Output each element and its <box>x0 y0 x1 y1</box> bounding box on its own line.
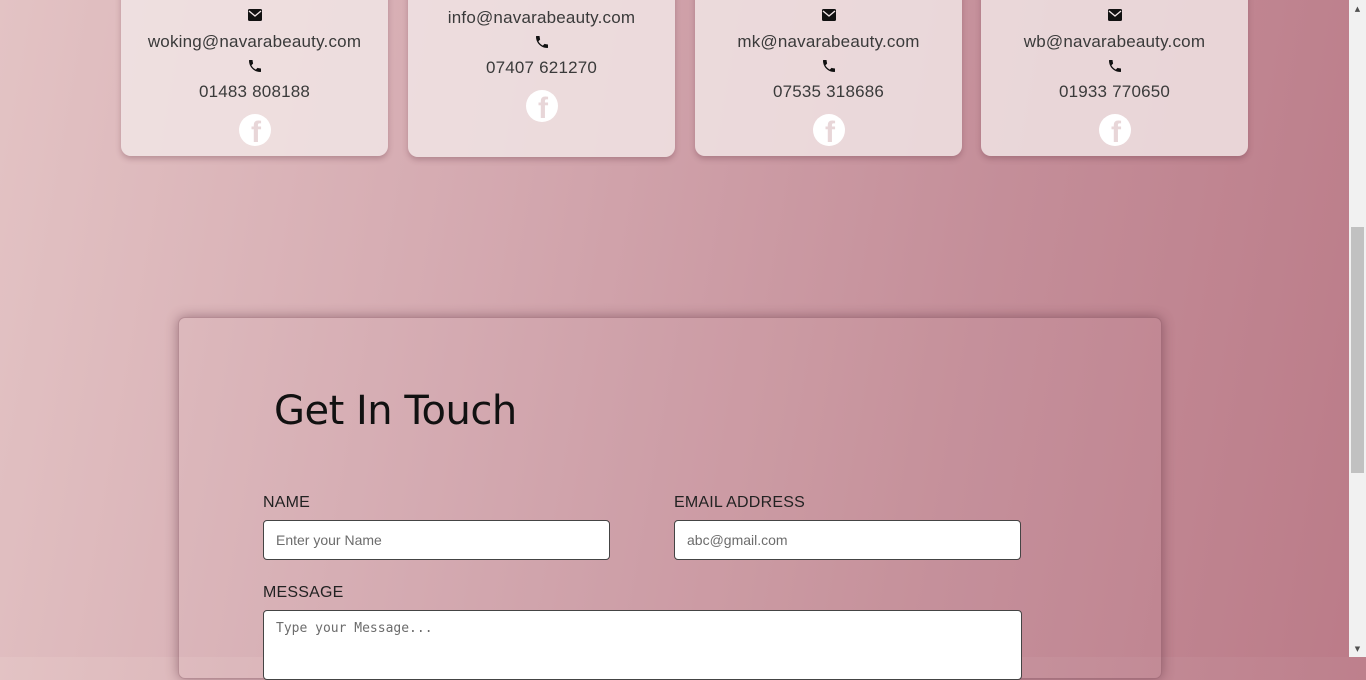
phone-icon <box>534 34 550 50</box>
scrollbar-thumb[interactable] <box>1351 227 1364 473</box>
vertical-scrollbar[interactable]: ▲ ▼ <box>1349 0 1366 657</box>
location-card-woking: woking@navarabeauty.com 01483 808188 f <box>121 0 388 156</box>
envelope-icon <box>1107 9 1122 21</box>
location-email[interactable]: woking@navarabeauty.com <box>121 32 388 52</box>
page: woking@navarabeauty.com 01483 808188 f i… <box>0 0 1349 680</box>
scroll-up-arrow-icon[interactable]: ▲ <box>1349 0 1366 17</box>
location-phone[interactable]: 07535 318686 <box>695 82 962 102</box>
location-email[interactable]: mk@navarabeauty.com <box>695 32 962 52</box>
facebook-icon[interactable]: f <box>238 114 271 146</box>
location-card-info: info@navarabeauty.com 07407 621270 f <box>408 0 675 157</box>
facebook-icon[interactable]: f <box>525 90 558 122</box>
phone-icon <box>821 58 837 74</box>
phone-icon <box>1107 58 1123 74</box>
envelope-icon <box>247 9 262 21</box>
location-phone[interactable]: 01933 770650 <box>981 82 1248 102</box>
scroll-down-arrow-icon[interactable]: ▼ <box>1349 640 1366 657</box>
location-phone[interactable]: 07407 621270 <box>408 58 675 78</box>
facebook-icon[interactable]: f <box>1098 114 1131 146</box>
location-email[interactable]: wb@navarabeauty.com <box>981 32 1248 52</box>
email-label: EMAIL ADDRESS <box>674 494 805 511</box>
location-email[interactable]: info@navarabeauty.com <box>408 8 675 28</box>
location-phone[interactable]: 01483 808188 <box>121 82 388 102</box>
name-label: NAME <box>263 494 311 511</box>
location-card-wb: wb@navarabeauty.com 01933 770650 f <box>981 0 1248 156</box>
facebook-icon[interactable]: f <box>812 114 845 146</box>
name-input[interactable] <box>263 520 610 560</box>
contact-form-title: Get In Touch <box>274 388 517 434</box>
message-input[interactable] <box>263 610 1022 680</box>
envelope-icon <box>821 9 836 21</box>
message-label: MESSAGE <box>263 584 344 601</box>
email-input[interactable] <box>674 520 1021 560</box>
phone-icon <box>247 58 263 74</box>
location-card-mk: mk@navarabeauty.com 07535 318686 f <box>695 0 962 156</box>
